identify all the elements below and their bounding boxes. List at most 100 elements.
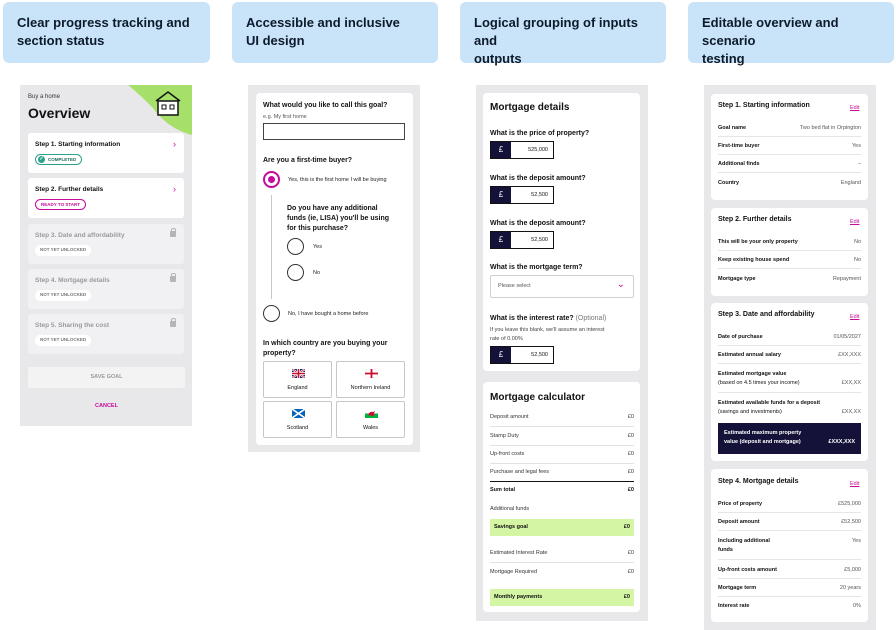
summary-key: Interest rate <box>718 603 750 609</box>
deposit-input-2[interactable]: £52,500 <box>490 231 554 249</box>
summary-key: This will be your only property <box>718 239 798 245</box>
divider <box>718 578 861 579</box>
chevron-right-icon: › <box>173 184 176 194</box>
lisa-no-label: No <box>313 270 321 276</box>
summary-row: Up-front costs amount £5,000 <box>718 566 861 575</box>
country-wales-button[interactable]: Wales <box>336 401 405 438</box>
divider <box>718 392 861 393</box>
st-george-cross-icon <box>365 369 378 378</box>
country-label: England <box>287 385 308 391</box>
rate-question: What is the interest rate? (Optional) <box>490 315 606 322</box>
max-value-label: Estimated maximum property <box>724 430 802 436</box>
edit-step-1-link[interactable]: Edit <box>850 105 859 111</box>
summary-value: £52,500 <box>841 519 861 525</box>
calc-label: Deposit amount <box>490 414 529 420</box>
save-goal-button[interactable]: SAVE GOAL <box>28 367 185 388</box>
status-badge: READY TO START <box>35 199 87 210</box>
country-question: In which country are you buying your pro… <box>263 339 387 359</box>
header-line-1: Editable overview and scenario <box>702 15 839 48</box>
calc-value: £0 <box>627 414 634 420</box>
ftb-no-radio[interactable] <box>263 305 280 322</box>
step-title: Step 5. Sharing the cost <box>35 322 110 329</box>
lisa-question-line: Do you have any additional <box>287 205 378 212</box>
header-line-2: section status <box>17 33 105 48</box>
ftb-yes-radio[interactable] <box>263 171 280 188</box>
country-question-line: property? <box>263 350 296 357</box>
overview-title: Overview <box>28 105 91 121</box>
calc-row-additional: Additional funds <box>490 506 634 512</box>
pound-icon: £ <box>491 232 511 248</box>
summary-row: This will be your only property No <box>718 238 861 247</box>
mortgage-details-title: Mortgage details <box>490 102 570 113</box>
monthly-payments-row: Monthly payments £0 <box>490 589 634 606</box>
step-2-card[interactable]: Step 2. Further details › READY TO START <box>28 178 184 218</box>
welsh-dragon-flag-icon <box>365 409 378 418</box>
summary-key: Mortgage type <box>718 276 756 282</box>
step-5-card: Step 5. Sharing the cost NOT YET UNLOCKE… <box>28 314 184 354</box>
summary-row: Country England <box>718 179 861 188</box>
rate-input[interactable]: £52,500 <box>490 346 554 364</box>
lisa-yes-radio[interactable] <box>287 238 304 255</box>
rate-question-text: What is the interest rate? <box>490 315 574 322</box>
pound-icon: £ <box>491 142 511 158</box>
calc-row-sum: Sum total £0 <box>490 487 634 493</box>
summary-key: Date of purchase <box>718 334 763 340</box>
country-scotland-button[interactable]: Scotland <box>263 401 332 438</box>
term-select[interactable]: Please select ⌄ <box>490 275 634 298</box>
summary-key: Estimated mortgage value <box>718 371 787 377</box>
country-northern-ireland-button[interactable]: Northern Ireland <box>336 361 405 398</box>
term-select-value: Please select <box>498 283 531 289</box>
status-badge: NOT YET UNLOCKED <box>35 245 92 256</box>
edit-step-4-link[interactable]: Edit <box>850 481 859 487</box>
calc-row-deposit: Deposit amount £0 <box>490 414 634 420</box>
step-3-card: Step 3. Date and affordability NOT YET U… <box>28 224 184 264</box>
step-title: Step 2. Further details <box>35 186 104 193</box>
calculator-title: Mortgage calculator <box>490 392 586 403</box>
divider <box>718 559 861 560</box>
max-property-value-box: Estimated maximum property value (deposi… <box>718 423 861 454</box>
goal-hint: e.g. My first home <box>263 114 307 120</box>
summary-key: Keep existing house spend <box>718 257 790 263</box>
summary-row: Price of property £525,000 <box>718 500 861 509</box>
header-line-1: Logical grouping of inputs and <box>474 15 638 48</box>
divider <box>718 530 861 531</box>
summary-row: Interest rate 0% <box>718 602 861 611</box>
cancel-button[interactable]: CANCEL <box>28 403 185 409</box>
header-line-2: outputs <box>474 51 522 66</box>
goal-name-input[interactable] <box>263 123 405 140</box>
summary-row: Date of purchase 01/05/2027 <box>718 333 861 342</box>
lisa-no-radio[interactable] <box>287 264 304 281</box>
calc-label: Up-front costs <box>490 451 525 457</box>
deposit-input[interactable]: £52,500 <box>490 186 554 204</box>
summary-row: Mortgage term 20 years <box>718 584 861 593</box>
divider <box>490 463 634 464</box>
calc-label: Sum total <box>490 487 516 493</box>
divider <box>718 345 861 346</box>
summary-value: 20 years <box>839 585 861 591</box>
lisa-question-line: for this purchase? <box>287 225 349 232</box>
input-value: 52,500 <box>531 192 548 198</box>
divider <box>718 136 861 137</box>
step-1-card[interactable]: Step 1. Starting information › ✓ COMPLETE… <box>28 133 184 173</box>
summary-value: £525,000 <box>838 501 861 507</box>
pound-icon: £ <box>491 347 511 363</box>
summary-value: 01/05/2027 <box>833 334 861 340</box>
edit-step-3-link[interactable]: Edit <box>850 314 859 320</box>
feature-header-grouping: Logical grouping of inputs and outputs <box>460 2 666 66</box>
status-badge: NOT YET UNLOCKED <box>35 335 92 346</box>
summary-key: First-time buyer <box>718 143 760 149</box>
country-england-button[interactable]: England <box>263 361 332 398</box>
divider <box>718 363 861 364</box>
summary-step-title: Step 3. Date and affordability <box>718 311 815 318</box>
feature-header-accessible: Accessible and inclusive UI design <box>232 2 438 63</box>
step-4-card: Step 4. Mortgage details NOT YET UNLOCKE… <box>28 269 184 309</box>
divider <box>718 250 861 251</box>
price-input[interactable]: £525,000 <box>490 141 554 159</box>
step-title: Step 1. Starting information <box>35 141 121 148</box>
country-label: Northern Ireland <box>350 385 391 391</box>
summary-value: £5,000 <box>844 567 861 573</box>
header-line-1: Accessible and inclusive <box>246 15 400 30</box>
input-value: 52,500 <box>531 352 548 358</box>
input-value: 525,000 <box>528 147 548 153</box>
edit-step-2-link[interactable]: Edit <box>850 219 859 225</box>
